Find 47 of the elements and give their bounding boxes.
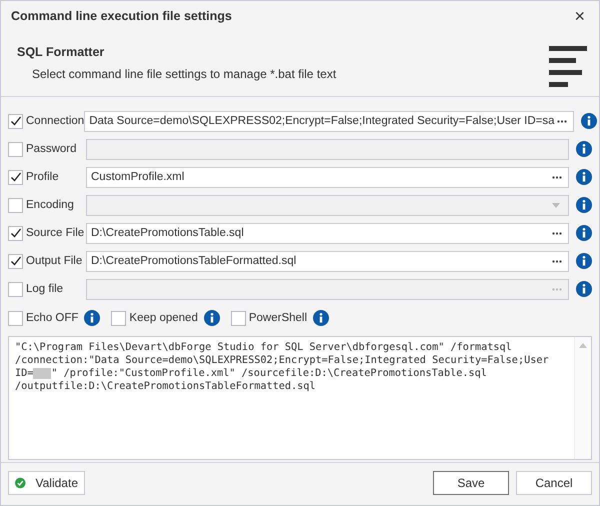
input-field[interactable]: D:\CreatePromotionsTable.sql xyxy=(86,222,569,244)
field-label: Source File xyxy=(26,227,84,239)
option-label: Keep opened xyxy=(129,312,198,324)
field-label: Encoding xyxy=(26,199,74,211)
more-icon[interactable] xyxy=(550,230,564,236)
checkbox[interactable] xyxy=(230,310,246,326)
info-icon[interactable] xyxy=(576,197,592,213)
option-label: Echo OFF xyxy=(26,312,78,324)
cancel-button[interactable]: Cancel xyxy=(516,471,592,495)
more-icon[interactable] xyxy=(550,258,564,264)
info-icon[interactable] xyxy=(576,253,592,269)
validate-button[interactable]: Validate xyxy=(8,471,85,495)
checkbox[interactable] xyxy=(8,226,23,240)
input-field[interactable]: Data Source=demo\SQLEXPRESS02;Encrypt=False;Integrated Security=False;User ID=sa xyxy=(84,110,574,132)
scrollbar[interactable] xyxy=(574,337,591,459)
check-icon xyxy=(15,475,26,491)
checkbox[interactable] xyxy=(8,114,23,128)
input-field[interactable]: CustomProfile.xml xyxy=(86,166,569,188)
option-label: PowerShell xyxy=(248,312,308,324)
checkbox[interactable] xyxy=(8,310,23,326)
info-icon[interactable] xyxy=(576,225,592,241)
field-label: Connection xyxy=(26,115,84,127)
info-icon[interactable] xyxy=(313,310,330,326)
checkbox[interactable] xyxy=(8,254,23,268)
window-title: Command line execution file settings xyxy=(11,9,233,23)
command-text-area[interactable] xyxy=(8,336,592,460)
checkbox[interactable] xyxy=(8,170,23,184)
close-button[interactable]: × xyxy=(570,6,589,26)
info-icon[interactable] xyxy=(576,281,592,297)
save-button[interactable]: Save xyxy=(433,471,509,495)
field-label: Password xyxy=(26,143,76,155)
info-icon[interactable] xyxy=(576,141,592,157)
field-label: Output File xyxy=(26,255,82,267)
info-icon[interactable] xyxy=(576,169,592,185)
header-subtitle: Select command line file settings to manage *.bat file text xyxy=(31,67,338,81)
header-title: SQL Formatter xyxy=(17,45,106,59)
field-label: Profile xyxy=(26,171,59,183)
more-icon[interactable] xyxy=(554,118,569,124)
command-text: "C:\Program Files\Devart\dbForge Studio for SQL Server\dbforgesql.com" /formatsql /connection:"Data Source=demo\SQLEXPRESS02;Encrypt=False;Integrated Security=False;User ID= " /profile:"CustomProfile.xml" /sourcefile:D:\CreatePromotionsTable.sql /outputfile:D:\CreatePromotionsTableFormatted.sql xyxy=(14,341,550,394)
text-align-icon xyxy=(549,46,587,90)
more-icon[interactable] xyxy=(550,174,564,180)
input-field[interactable]: D:\CreatePromotionsTableFormatted.sql xyxy=(86,250,569,272)
info-icon[interactable] xyxy=(580,113,597,129)
info-icon[interactable] xyxy=(84,310,100,326)
checkbox[interactable] xyxy=(111,310,126,326)
info-icon[interactable] xyxy=(204,310,220,326)
field-label: Log file xyxy=(26,283,64,295)
